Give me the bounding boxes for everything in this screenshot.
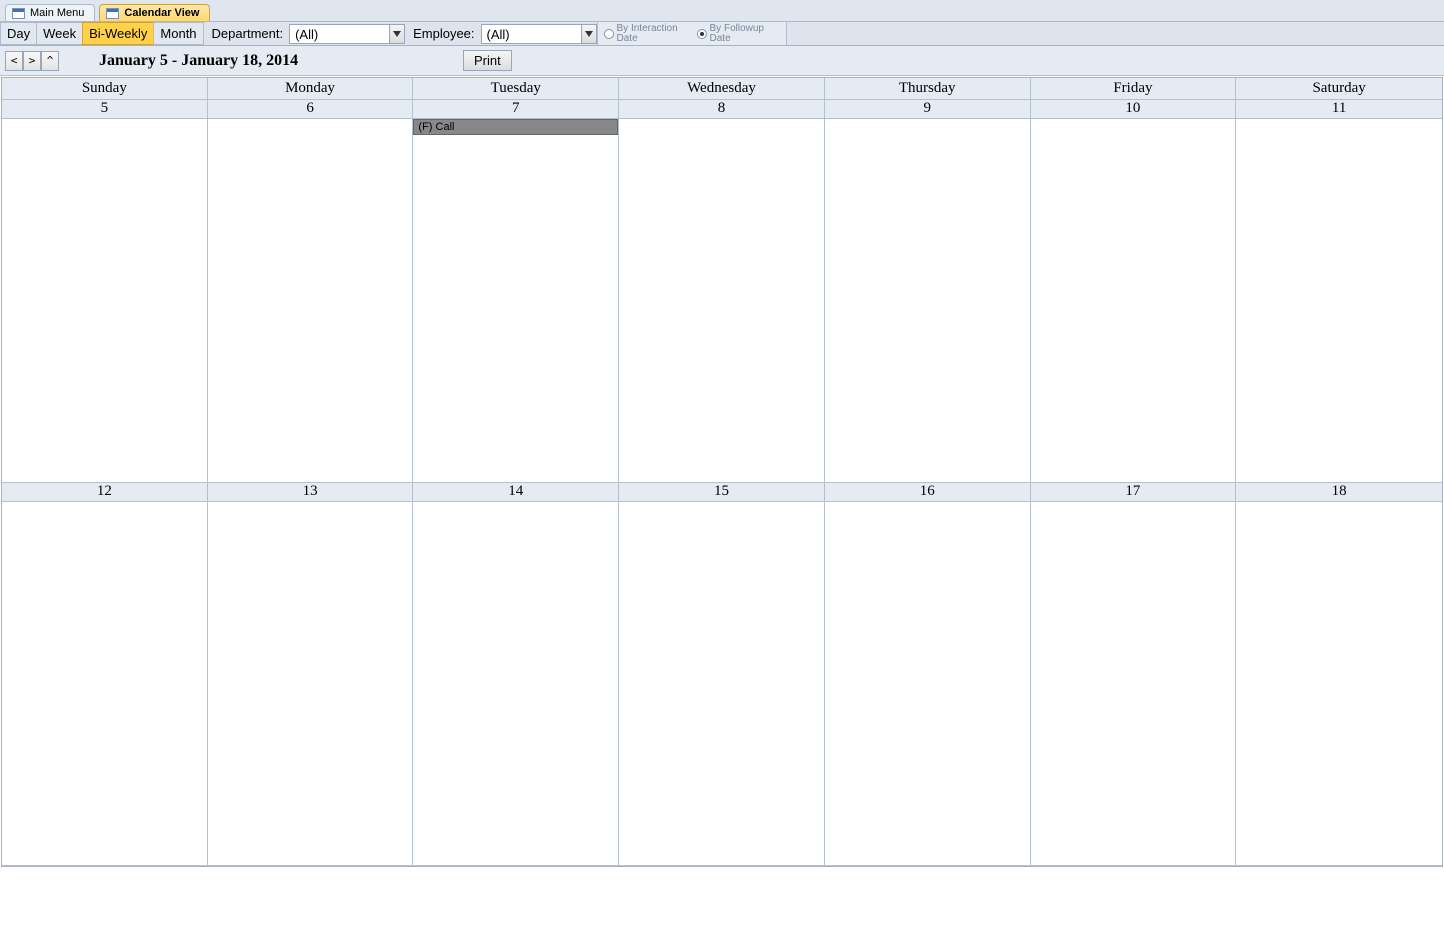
day-header: Wednesday bbox=[619, 78, 825, 100]
date-range-label: January 5 - January 18, 2014 bbox=[99, 52, 298, 70]
dropdown-icon[interactable] bbox=[389, 24, 405, 44]
date-filter-radio-group: By Interaction Date By Followup Date bbox=[597, 22, 787, 45]
day-cell[interactable] bbox=[619, 119, 825, 483]
nav-row: < > ^ January 5 - January 18, 2014 Print bbox=[0, 46, 1444, 76]
view-biweekly-button[interactable]: Bi-Weekly bbox=[82, 22, 153, 45]
date-number[interactable]: 17 bbox=[1031, 483, 1237, 502]
date-number[interactable]: 9 bbox=[825, 100, 1031, 119]
tab-label: Calendar View bbox=[124, 7, 199, 19]
dropdown-icon[interactable] bbox=[581, 24, 597, 44]
up-button[interactable]: ^ bbox=[41, 51, 59, 71]
radio-by-interaction[interactable]: By Interaction Date bbox=[604, 24, 687, 44]
day-cell[interactable] bbox=[208, 502, 414, 866]
department-label: Department: bbox=[204, 22, 290, 45]
day-cell[interactable] bbox=[1031, 119, 1237, 483]
date-number[interactable]: 10 bbox=[1031, 100, 1237, 119]
day-cell[interactable] bbox=[1236, 119, 1442, 483]
day-cell[interactable] bbox=[208, 119, 414, 483]
day-cell[interactable] bbox=[825, 119, 1031, 483]
calendar-event[interactable]: (F) Call bbox=[413, 119, 618, 135]
tab-calendar-view[interactable]: Calendar View bbox=[99, 4, 210, 21]
window-tabs-bar: Main Menu Calendar View bbox=[0, 0, 1444, 22]
form-icon bbox=[106, 8, 119, 19]
view-day-button[interactable]: Day bbox=[0, 22, 36, 45]
date-number[interactable]: 5 bbox=[2, 100, 208, 119]
date-number[interactable]: 14 bbox=[413, 483, 619, 502]
employee-combo[interactable] bbox=[481, 24, 597, 44]
form-icon bbox=[12, 8, 25, 19]
day-header: Thursday bbox=[825, 78, 1031, 100]
day-cell[interactable] bbox=[2, 119, 208, 483]
department-input[interactable] bbox=[289, 24, 389, 44]
radio-icon bbox=[697, 29, 707, 39]
day-cell[interactable] bbox=[1236, 502, 1442, 866]
week-row: (F) Call bbox=[2, 119, 1442, 483]
day-cell[interactable] bbox=[619, 502, 825, 866]
print-button[interactable]: Print bbox=[463, 50, 512, 71]
next-button[interactable]: > bbox=[23, 51, 41, 71]
toolbar: Day Week Bi-Weekly Month Department: Emp… bbox=[0, 22, 1444, 46]
date-number[interactable]: 7 bbox=[413, 100, 619, 119]
day-cell[interactable] bbox=[825, 502, 1031, 866]
radio-label: By Interaction Date bbox=[617, 24, 687, 44]
day-cell[interactable]: (F) Call bbox=[413, 119, 619, 483]
radio-by-followup[interactable]: By Followup Date bbox=[697, 24, 780, 44]
tab-main-menu[interactable]: Main Menu bbox=[5, 4, 95, 21]
day-header: Sunday bbox=[2, 78, 208, 100]
day-header: Friday bbox=[1031, 78, 1237, 100]
day-header: Saturday bbox=[1236, 78, 1442, 100]
day-cell[interactable] bbox=[1031, 502, 1237, 866]
day-header: Tuesday bbox=[413, 78, 619, 100]
day-cell[interactable] bbox=[413, 502, 619, 866]
employee-label: Employee: bbox=[405, 22, 480, 45]
view-week-button[interactable]: Week bbox=[36, 22, 82, 45]
date-number[interactable]: 18 bbox=[1236, 483, 1442, 502]
radio-icon bbox=[604, 29, 614, 39]
day-header: Monday bbox=[208, 78, 414, 100]
calendar-grid: Sunday Monday Tuesday Wednesday Thursday… bbox=[1, 77, 1443, 867]
date-number[interactable]: 13 bbox=[208, 483, 414, 502]
date-number[interactable]: 15 bbox=[619, 483, 825, 502]
day-header-row: Sunday Monday Tuesday Wednesday Thursday… bbox=[2, 78, 1442, 100]
radio-label: By Followup Date bbox=[710, 24, 780, 44]
prev-button[interactable]: < bbox=[5, 51, 23, 71]
date-num-row: 12 13 14 15 16 17 18 bbox=[2, 483, 1442, 502]
date-num-row: 5 6 7 8 9 10 11 bbox=[2, 100, 1442, 119]
date-number[interactable]: 12 bbox=[2, 483, 208, 502]
date-number[interactable]: 16 bbox=[825, 483, 1031, 502]
date-number[interactable]: 6 bbox=[208, 100, 414, 119]
employee-input[interactable] bbox=[481, 24, 581, 44]
date-number[interactable]: 11 bbox=[1236, 100, 1442, 119]
week-row bbox=[2, 502, 1442, 866]
date-number[interactable]: 8 bbox=[619, 100, 825, 119]
day-cell[interactable] bbox=[2, 502, 208, 866]
department-combo[interactable] bbox=[289, 24, 405, 44]
tab-label: Main Menu bbox=[30, 7, 84, 19]
view-month-button[interactable]: Month bbox=[153, 22, 203, 45]
nav-buttons: < > ^ bbox=[5, 51, 59, 71]
